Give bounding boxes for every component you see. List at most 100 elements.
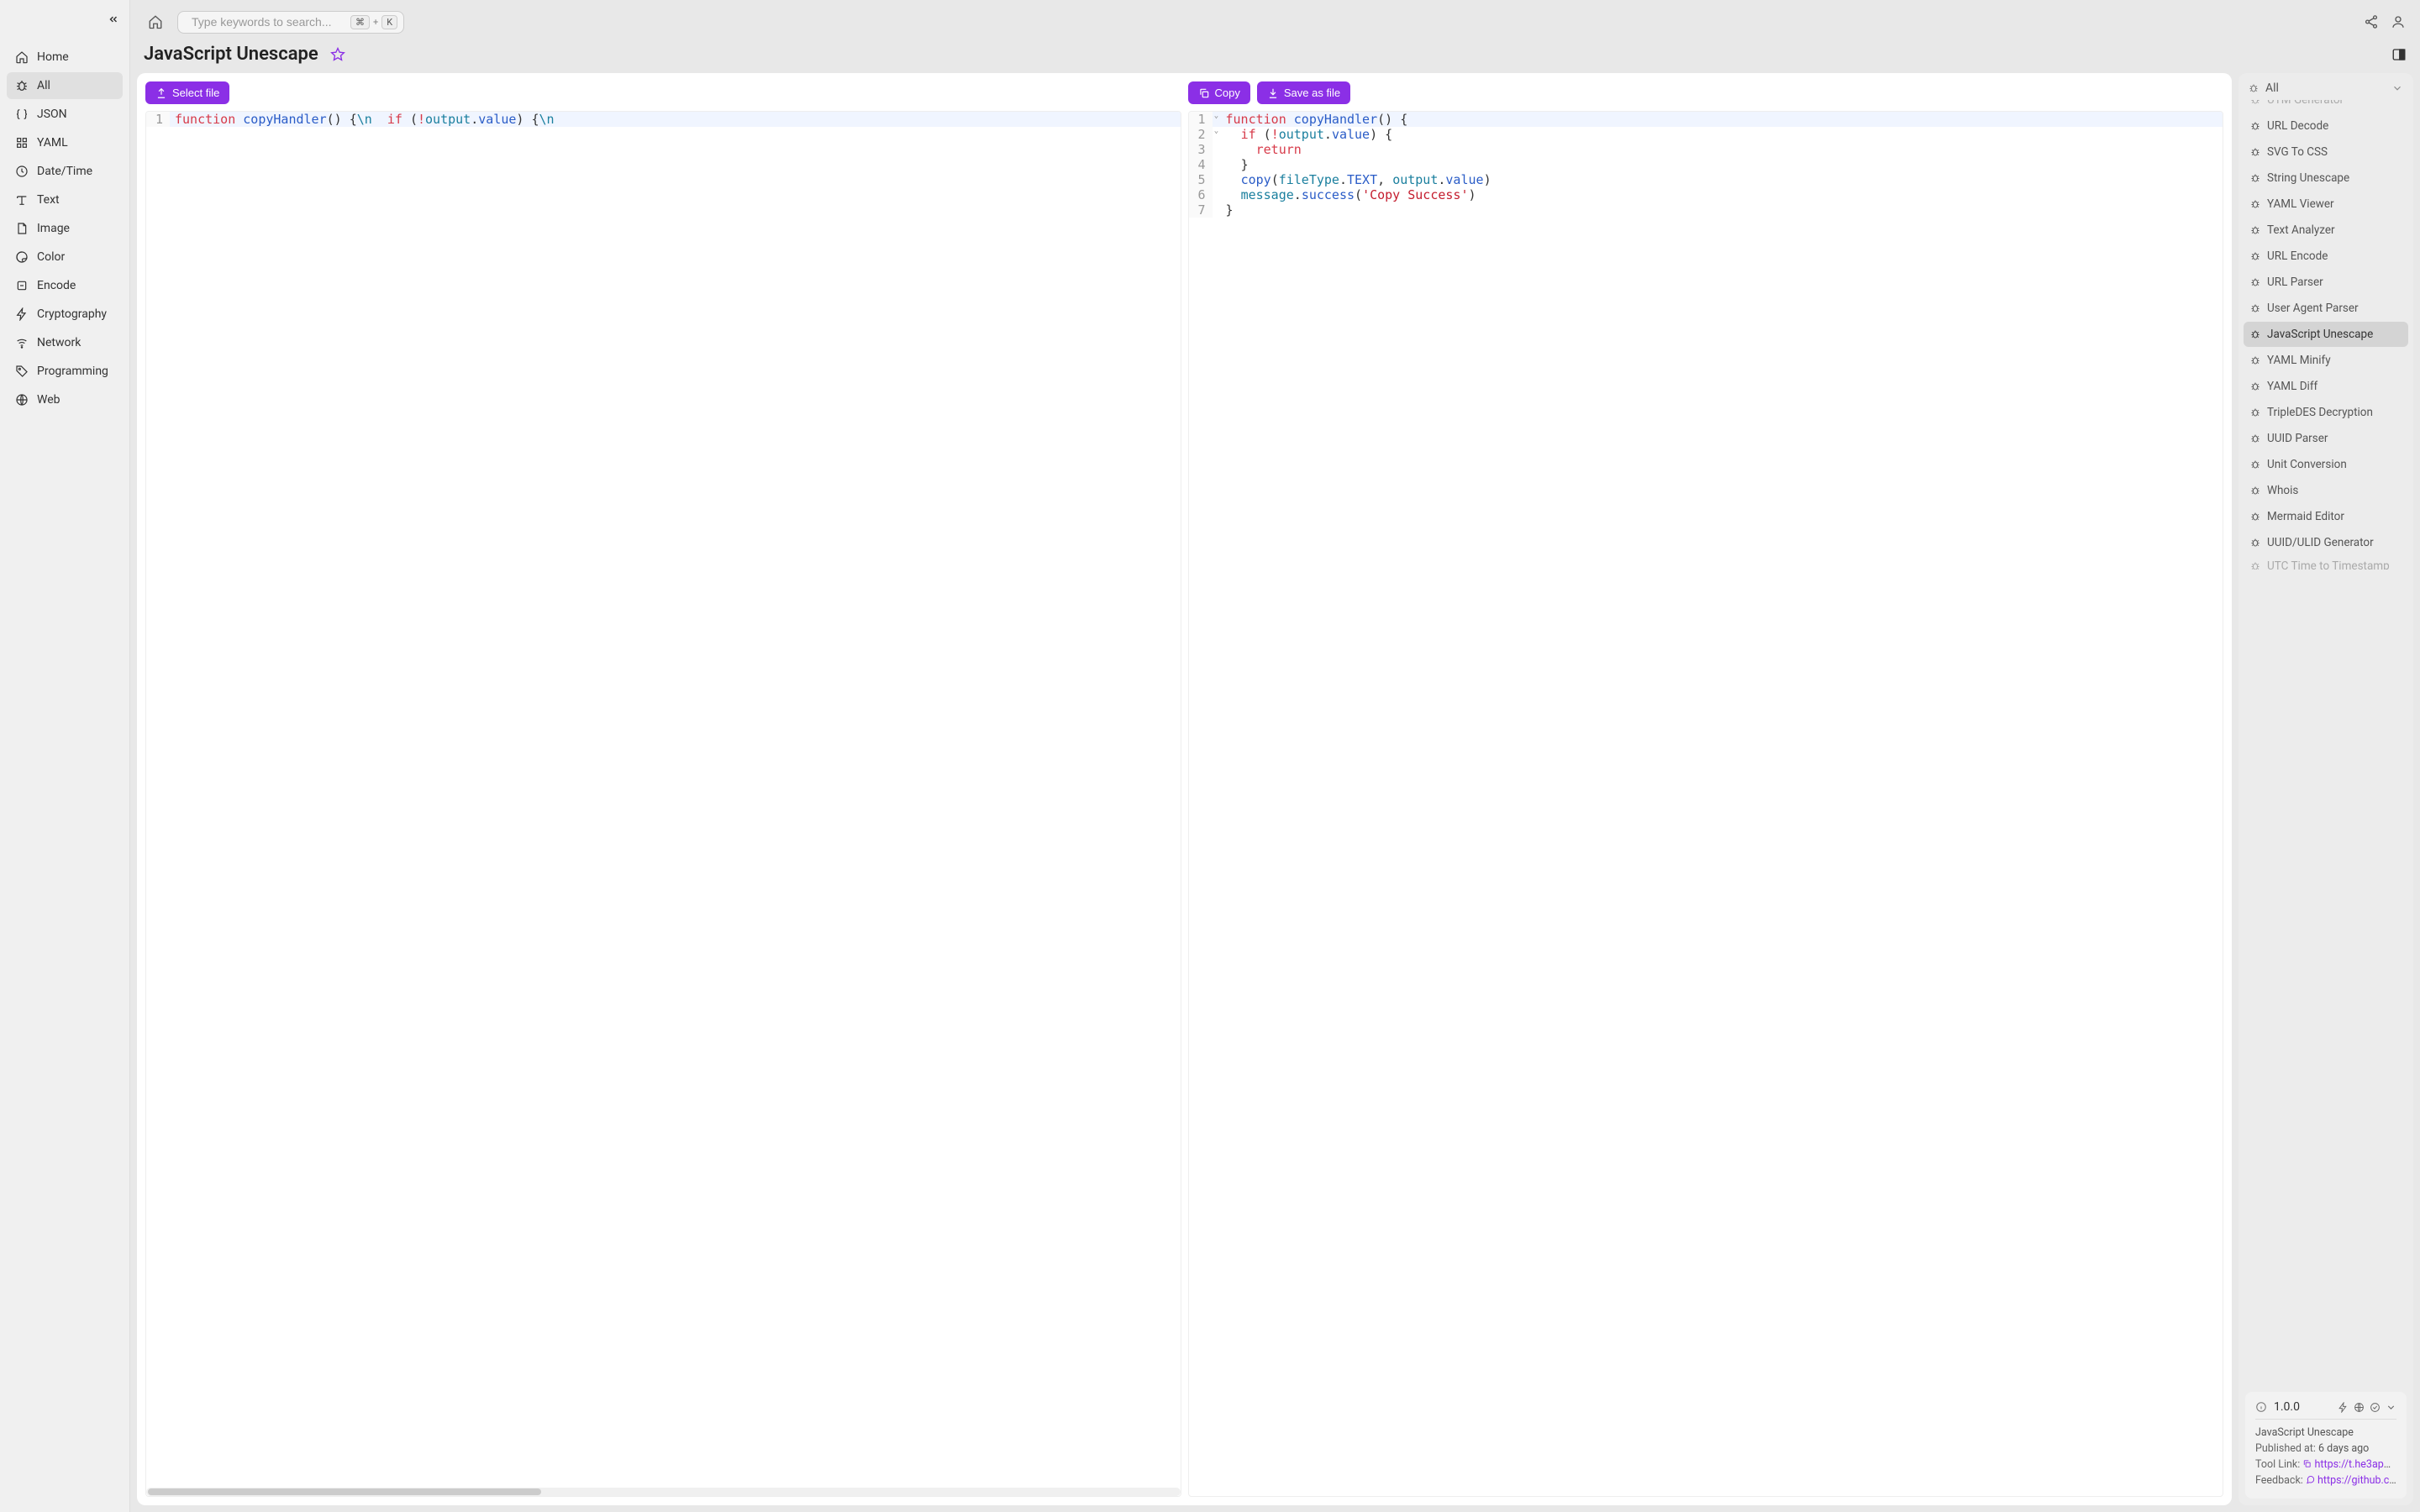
tool-item-label: TripleDES Decryption bbox=[2267, 406, 2373, 419]
code-line[interactable]: 2⌄ if (!output.value) { bbox=[1189, 127, 2223, 142]
select-file-button[interactable]: Select file bbox=[145, 81, 229, 104]
code-line[interactable]: 5 copy(fileType.TEXT, output.value) bbox=[1189, 172, 2223, 187]
sidebar-item-image[interactable]: Image bbox=[7, 215, 123, 242]
user-button[interactable] bbox=[2390, 13, 2407, 30]
tool-list[interactable]: UTM GeneratorURL DecodeSVG To CSSString … bbox=[2238, 100, 2413, 1385]
code-line[interactable]: 7} bbox=[1189, 202, 2223, 218]
sidebar-item-all[interactable]: All bbox=[7, 72, 123, 99]
sidebar-item-label: Date/Time bbox=[37, 165, 92, 178]
line-number: 1 bbox=[146, 112, 170, 127]
bug-icon bbox=[2250, 121, 2260, 131]
bug-icon bbox=[2250, 512, 2260, 522]
clock-icon bbox=[15, 165, 29, 178]
code-line[interactable]: 6 message.success('Copy Success') bbox=[1189, 187, 2223, 202]
tool-item-label: UTC Time to Timestamp bbox=[2267, 559, 2390, 570]
tool-item-label: Mermaid Editor bbox=[2267, 510, 2344, 523]
tool-item-text-analyzer[interactable]: Text Analyzer bbox=[2244, 218, 2408, 243]
input-code-editor[interactable]: 1function copyHandler() {\n if (!output.… bbox=[145, 111, 1181, 1497]
sidebar-item-network[interactable]: Network bbox=[7, 329, 123, 356]
sidebar-item-label: Text bbox=[37, 193, 60, 207]
fold-arrow-icon[interactable]: ⌄ bbox=[1213, 112, 1221, 127]
sidebar-item-web[interactable]: Web bbox=[7, 386, 123, 413]
tool-item-yaml-diff[interactable]: YAML Diff bbox=[2244, 374, 2408, 399]
bug-icon bbox=[2250, 303, 2260, 313]
code-line[interactable]: 4 } bbox=[1189, 157, 2223, 172]
tool-item-uuid-parser[interactable]: UUID Parser bbox=[2244, 426, 2408, 451]
sidebar-item-json[interactable]: JSON bbox=[7, 101, 123, 128]
output-code-editor[interactable]: 1⌄function copyHandler() {2⌄ if (!output… bbox=[1188, 111, 2224, 1497]
tool-item-utc-time-to-timestamp[interactable]: UTC Time to Timestamp bbox=[2244, 556, 2408, 570]
tool-item-mermaid-editor[interactable]: Mermaid Editor bbox=[2244, 504, 2408, 529]
tool-item-unit-conversion[interactable]: Unit Conversion bbox=[2244, 452, 2408, 477]
code-line[interactable]: 1function copyHandler() {\n if (!output.… bbox=[146, 112, 1181, 127]
tool-item-url-encode[interactable]: URL Encode bbox=[2244, 244, 2408, 269]
bug-icon bbox=[2250, 433, 2260, 444]
feedback-link[interactable]: https://github.com/… bbox=[2317, 1474, 2396, 1487]
copy-icon bbox=[1198, 87, 1210, 99]
version-label: 1.0.0 bbox=[2274, 1400, 2300, 1414]
tool-item-uuid-ulid-generator[interactable]: UUID/ULID Generator bbox=[2244, 530, 2408, 555]
line-number: 4 bbox=[1189, 157, 1213, 172]
code-line[interactable]: 1⌄function copyHandler() { bbox=[1189, 112, 2223, 127]
bug-icon bbox=[2250, 459, 2260, 470]
tool-item-label: YAML Diff bbox=[2267, 380, 2317, 393]
tool-link[interactable]: https://t.he3app.co… bbox=[2315, 1458, 2396, 1471]
copy-icon[interactable] bbox=[2302, 1459, 2312, 1468]
sidebar-item-encode[interactable]: Encode bbox=[7, 272, 123, 299]
sidebar-item-color[interactable]: Color bbox=[7, 244, 123, 270]
bolt-icon[interactable] bbox=[2338, 1402, 2349, 1413]
braces-icon bbox=[15, 108, 29, 121]
tool-item-svg-to-css[interactable]: SVG To CSS bbox=[2244, 139, 2408, 165]
right-panel-header[interactable]: All bbox=[2238, 73, 2413, 100]
home-button[interactable] bbox=[144, 10, 167, 34]
tool-item-url-decode[interactable]: URL Decode bbox=[2244, 113, 2408, 139]
tool-item-user-agent-parser[interactable]: User Agent Parser bbox=[2244, 296, 2408, 321]
message-icon[interactable] bbox=[2306, 1475, 2315, 1484]
tool-item-tripledes-decryption[interactable]: TripleDES Decryption bbox=[2244, 400, 2408, 425]
save-as-file-button[interactable]: Save as file bbox=[1257, 81, 1350, 104]
tool-item-url-parser[interactable]: URL Parser bbox=[2244, 270, 2408, 295]
sidebar-item-label: Cryptography bbox=[37, 307, 107, 321]
bug-icon bbox=[2250, 329, 2260, 339]
search-input[interactable] bbox=[192, 15, 344, 29]
sidebar-item-cryptography[interactable]: Cryptography bbox=[7, 301, 123, 328]
tool-item-utm-generator[interactable]: UTM Generator bbox=[2244, 100, 2408, 113]
bug-icon bbox=[2250, 251, 2260, 261]
line-number: 3 bbox=[1189, 142, 1213, 157]
bug-icon bbox=[2249, 83, 2259, 93]
tool-item-label: UUID Parser bbox=[2267, 432, 2328, 445]
code-line[interactable]: 3 return bbox=[1189, 142, 2223, 157]
sidebar-item-date-time[interactable]: Date/Time bbox=[7, 158, 123, 185]
tool-item-whois[interactable]: Whois bbox=[2244, 478, 2408, 503]
chevron-down-icon[interactable] bbox=[2386, 1402, 2396, 1413]
tool-item-javascript-unescape[interactable]: JavaScript Unescape bbox=[2244, 322, 2408, 347]
favorite-button[interactable] bbox=[330, 47, 345, 62]
output-editor-pane: Copy Save as file 1⌄function copyHandler… bbox=[1188, 81, 2224, 1497]
tool-item-label: JavaScript Unescape bbox=[2267, 328, 2373, 341]
panel-toggle-button[interactable] bbox=[2391, 47, 2407, 62]
copy-button[interactable]: Copy bbox=[1188, 81, 1250, 104]
sidebar-item-text[interactable]: Text bbox=[7, 186, 123, 213]
download-icon bbox=[1267, 87, 1279, 99]
topbar: ⌘ + K bbox=[130, 0, 2420, 44]
sidebar-item-programming[interactable]: Programming bbox=[7, 358, 123, 385]
fold-arrow-icon[interactable]: ⌄ bbox=[1213, 127, 1221, 142]
sidebar-item-home[interactable]: Home bbox=[7, 44, 123, 71]
check-circle-icon[interactable] bbox=[2370, 1402, 2381, 1413]
globe-icon[interactable] bbox=[2354, 1402, 2365, 1413]
sidebar: HomeAllJSONYAML Date/Time Text ImageColorEn… bbox=[0, 0, 130, 1512]
wifi-icon bbox=[15, 336, 29, 349]
horizontal-scrollbar[interactable] bbox=[146, 1488, 1181, 1496]
line-number: 5 bbox=[1189, 172, 1213, 187]
search-box[interactable]: ⌘ + K bbox=[177, 11, 404, 34]
tool-item-yaml-viewer[interactable]: YAML Viewer bbox=[2244, 192, 2408, 217]
tool-item-label: URL Encode bbox=[2267, 249, 2328, 263]
sidebar-item-yaml[interactable]: YAML bbox=[7, 129, 123, 156]
right-panel: All UTM GeneratorURL DecodeSVG To CSSStr… bbox=[2238, 73, 2413, 1505]
tool-item-yaml-minify[interactable]: YAML Minify bbox=[2244, 348, 2408, 373]
bug-icon bbox=[2250, 199, 2260, 209]
share-button[interactable] bbox=[2363, 13, 2380, 30]
tool-item-string-unescape[interactable]: String Unescape bbox=[2244, 165, 2408, 191]
sidebar-collapse-button[interactable] bbox=[108, 13, 119, 25]
bug-icon bbox=[2250, 407, 2260, 417]
